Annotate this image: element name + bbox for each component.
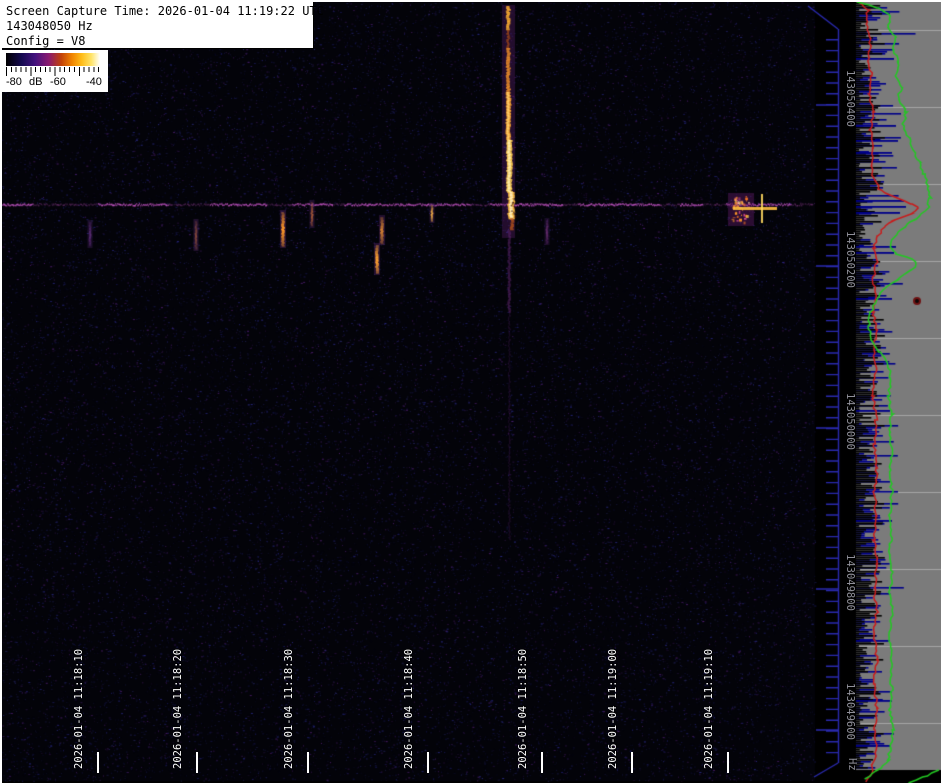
scale-label-mid: -60: [50, 76, 66, 88]
time-label: 2026-01-04 11:18:50: [517, 648, 529, 769]
config-text: Config = V8: [6, 34, 86, 48]
time-tick-mark: [541, 752, 543, 773]
color-scale-ruler: [6, 67, 103, 76]
time-label: 2026-01-04 11:18:20: [172, 648, 184, 769]
window-border-left: [0, 0, 2, 783]
color-scale-gradient: [6, 53, 103, 66]
frequency-label: 143050400: [844, 70, 856, 127]
scale-label-max: -40: [86, 76, 102, 88]
frequency-label: 143050000: [844, 393, 856, 450]
frequency-label: 143050200: [844, 231, 856, 288]
time-label: 2026-01-04 11:18:30: [283, 648, 295, 769]
color-scale-legend: -80 dB -60 -40: [2, 50, 108, 92]
time-tick-mark: [727, 752, 729, 773]
time-tick-mark: [631, 752, 633, 773]
capture-time-text: Screen Capture Time: 2026-01-04 11:19:22…: [6, 4, 324, 18]
time-tick-mark: [427, 752, 429, 773]
time-tick-mark: [97, 752, 99, 773]
frequency-unit-label: Hz: [846, 758, 858, 771]
window-border-top: [0, 0, 941, 2]
spectrogram-canvas[interactable]: [0, 0, 941, 783]
time-label: 2026-01-04 11:19:00: [607, 648, 619, 769]
frequency-label: 143049800: [844, 554, 856, 611]
screen-capture-window: Screen Capture Time: 2026-01-04 11:19:22…: [0, 0, 941, 783]
center-frequency-text: 143048050 Hz: [6, 19, 93, 33]
scale-label-min: -80: [6, 76, 22, 88]
time-tick-mark: [196, 752, 198, 773]
time-label: 2026-01-04 11:18:10: [73, 648, 85, 769]
frequency-label: 143049600: [844, 683, 856, 740]
time-label: 2026-01-04 11:19:10: [703, 648, 715, 769]
scale-label-unit: dB: [29, 76, 43, 88]
time-tick-mark: [307, 752, 309, 773]
color-scale-labels: -80 dB -60 -40: [6, 76, 106, 90]
capture-info-box: Screen Capture Time: 2026-01-04 11:19:22…: [2, 2, 324, 49]
time-label: 2026-01-04 11:18:40: [403, 648, 415, 769]
